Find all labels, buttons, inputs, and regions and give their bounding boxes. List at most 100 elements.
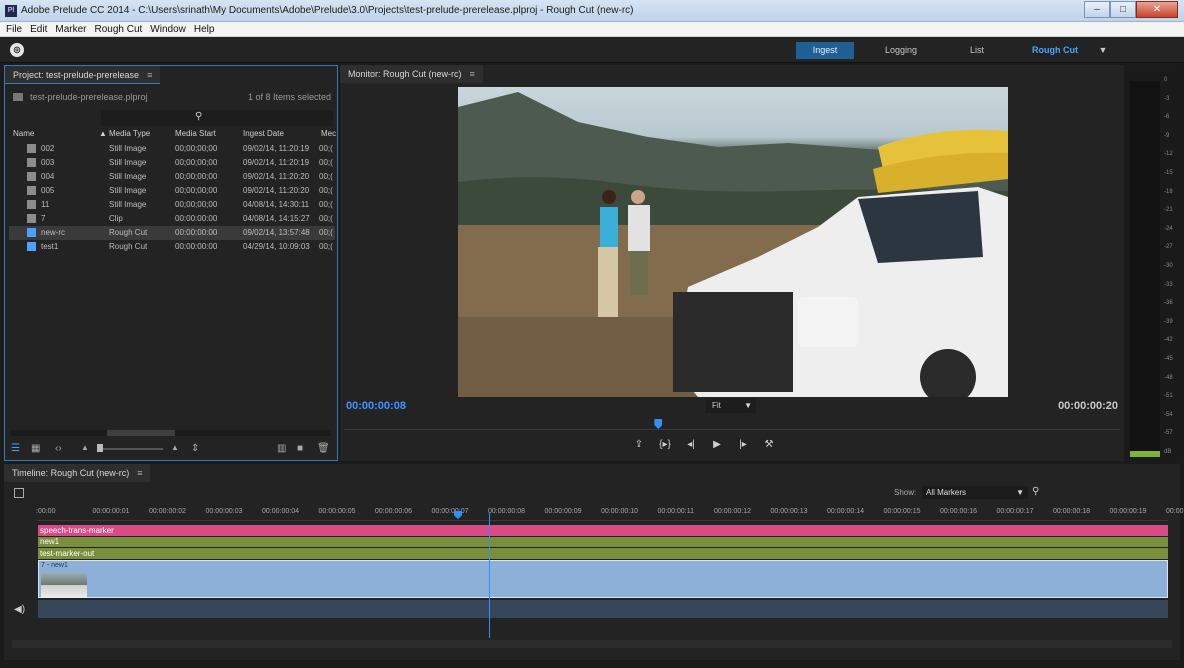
step-forward-icon[interactable]: |▸ <box>730 439 756 455</box>
tab-monitor[interactable]: Monitor: Rough Cut (new-rc) ≡ <box>340 65 483 83</box>
audio-track[interactable] <box>38 600 1168 618</box>
list-item[interactable]: test1 Rough Cut 00:00:00:00 04/29/14, 10:09… <box>9 240 335 254</box>
menu-marker[interactable]: Marker <box>55 24 86 35</box>
panel-menu-icon[interactable]: ≡ <box>470 69 475 79</box>
tab-timeline[interactable]: Timeline: Rough Cut (new-rc) ≡ <box>4 464 151 482</box>
project-horizontal-scrollbar[interactable] <box>11 430 331 436</box>
sort-icon[interactable]: ⇕ <box>191 443 199 454</box>
video-clip[interactable]: 7 - new1 <box>38 560 1168 598</box>
settings-wrench-icon[interactable]: ⚒ <box>756 439 782 455</box>
comment-marker-out[interactable]: test-marker-out <box>38 548 1168 559</box>
play-icon[interactable]: ▶ <box>704 439 730 455</box>
current-timecode[interactable]: 00:00:00:08 <box>346 400 406 412</box>
list-item-selected[interactable]: new-rc Rough Cut 00:00:00:00 09/02/14, 13:5… <box>9 226 335 240</box>
thumbnail-size-slider[interactable] <box>97 448 163 450</box>
workspace-logging[interactable]: Logging <box>872 42 930 59</box>
search-icon[interactable]: ⚲ <box>1032 486 1039 497</box>
workspace-rough-cut[interactable]: Rough Cut <box>1024 42 1086 59</box>
list-item[interactable]: 002 Still Image 00;00;00;00 09/02/14, 11:20… <box>9 142 335 156</box>
timeline-scrollbar[interactable] <box>12 640 1172 648</box>
still-image-icon <box>27 158 36 167</box>
monitor-scrubber[interactable] <box>344 419 1120 435</box>
trash-icon[interactable]: 🗑 <box>317 443 330 454</box>
comment-marker-new1[interactable]: new1 <box>38 537 1168 547</box>
meter-scale-label: -9 <box>1164 132 1170 139</box>
bin-icon[interactable]: ▥ <box>277 443 286 454</box>
ruler-tick: 00:00:00:15 <box>883 508 921 515</box>
play-in-to-out-icon[interactable]: {▸} <box>652 439 678 455</box>
step-back-icon[interactable]: ◂| <box>678 439 704 455</box>
project-footer: ☰ ▦ ‹› ▲ ▲ ⇕ ▥ ■ 🗑 <box>5 438 337 460</box>
slider-handle[interactable] <box>97 444 103 452</box>
speaker-icon[interactable]: ◀) <box>14 604 25 615</box>
list-view-icon[interactable]: ☰ <box>11 443 20 454</box>
panel-menu-icon[interactable]: ≡ <box>147 70 152 80</box>
project-info: test-prelude-prerelease.plproj 1 of 8 It… <box>11 92 333 106</box>
scrub-track <box>344 429 1120 430</box>
clip-icon <box>27 214 36 223</box>
time-ruler[interactable]: :00:00 00:00:00:01 00:00:00:02 00:00:00:03 0… <box>36 504 1184 524</box>
menu-edit[interactable]: Edit <box>30 24 47 35</box>
meter-scale-label: -57 <box>1164 430 1173 437</box>
column-media-extra[interactable]: Mec <box>321 129 336 138</box>
icon-view-icon[interactable]: ▦ <box>31 443 40 454</box>
metadata-view-icon[interactable]: ‹› <box>55 443 62 454</box>
still-image-icon <box>27 186 36 195</box>
list-item[interactable]: 005 Still Image 00;00;00;00 09/02/14, 11:20… <box>9 184 335 198</box>
workspace-list[interactable]: List <box>948 42 1006 59</box>
menu-rough-cut[interactable]: Rough Cut <box>94 24 142 35</box>
ruler-tick: 00:00:00:05 <box>318 508 356 515</box>
zoom-fit-select[interactable]: Fit ▼ <box>706 399 756 413</box>
meter-scale-label: -30 <box>1164 263 1173 269</box>
new-folder-icon[interactable]: ■ <box>297 443 303 454</box>
list-item[interactable]: 003 Still Image 00;00;00;00 09/02/14, 11:20… <box>9 156 335 170</box>
maximize-button[interactable]: □ <box>1110 1 1136 18</box>
meter-scale-label: -51 <box>1164 393 1173 400</box>
meter-scale-label: -33 <box>1164 281 1173 288</box>
column-media-start[interactable]: Media Start <box>175 129 216 138</box>
ruler-tick: 00:00:00:12 <box>714 508 751 515</box>
zoom-out-icon[interactable]: ▲ <box>81 443 89 452</box>
clip-thumbnail <box>41 572 87 598</box>
ruler-tick: 00:00:00:06 <box>375 508 412 515</box>
meter-scale-label: -27 <box>1164 244 1173 251</box>
ruler-tick: 00:00:00:07 <box>431 508 469 515</box>
meter-level <box>1130 451 1160 457</box>
marker-filter-select[interactable]: All Markers ▼ <box>922 486 1028 499</box>
workspace-ingest[interactable]: Ingest <box>796 42 854 59</box>
workspace-more-chevron-icon[interactable]: ▼ <box>1094 42 1112 59</box>
list-item[interactable]: 11 Still Image 00;00;00;00 04/08/14, 14:30:… <box>9 198 335 212</box>
timeline-settings-icon[interactable] <box>14 488 24 498</box>
sort-ascending-icon[interactable]: ▲ <box>99 129 107 138</box>
ruler-tick: 00:00:00:13 <box>770 508 808 515</box>
project-tab-label: Project: test-prelude-prerelease <box>13 70 140 80</box>
playhead[interactable] <box>654 419 663 429</box>
panel-menu-icon[interactable]: ≡ <box>137 468 142 478</box>
column-media-type[interactable]: Media Type <box>109 129 150 138</box>
ruler-tick: 00:00:00:01 <box>92 508 130 515</box>
scrollbar-thumb[interactable] <box>12 640 1172 648</box>
zoom-in-icon[interactable]: ▲ <box>171 443 179 452</box>
menu-help[interactable]: Help <box>194 24 215 35</box>
export-frame-icon[interactable]: ⇪ <box>626 439 652 455</box>
ruler-tick: 00:00:00:10 <box>601 508 638 515</box>
meter-scale-label: -45 <box>1164 356 1173 362</box>
minimize-button[interactable]: – <box>1084 1 1110 18</box>
menu-window[interactable]: Window <box>150 24 186 35</box>
list-item[interactable]: 004 Still Image 00;00;00;00 09/02/14, 11:20… <box>9 170 335 184</box>
scrollbar-thumb[interactable] <box>107 430 175 436</box>
menu-file[interactable]: File <box>6 24 22 35</box>
column-ingest-date[interactable]: Ingest Date <box>243 129 284 138</box>
meter-scale-label: -3 <box>1164 95 1170 102</box>
meter-scale-label: -6 <box>1164 114 1170 121</box>
close-button[interactable]: ✕ <box>1136 1 1178 18</box>
column-name[interactable]: Name <box>13 129 34 138</box>
video-preview <box>458 87 1008 397</box>
tab-project[interactable]: Project: test-prelude-prerelease ≡ <box>5 66 161 84</box>
meter-scale-label: -21 <box>1164 207 1173 214</box>
list-item[interactable]: 7 Clip 00:00:00:00 04/08/14, 14:15:27 00;( <box>9 212 335 226</box>
project-search-input[interactable]: ⚲ <box>101 110 333 126</box>
creative-cloud-icon[interactable]: ◎ <box>10 43 24 57</box>
speech-transcription-marker[interactable]: speech-trans-marker <box>38 525 1168 536</box>
show-label: Show: <box>894 488 917 497</box>
